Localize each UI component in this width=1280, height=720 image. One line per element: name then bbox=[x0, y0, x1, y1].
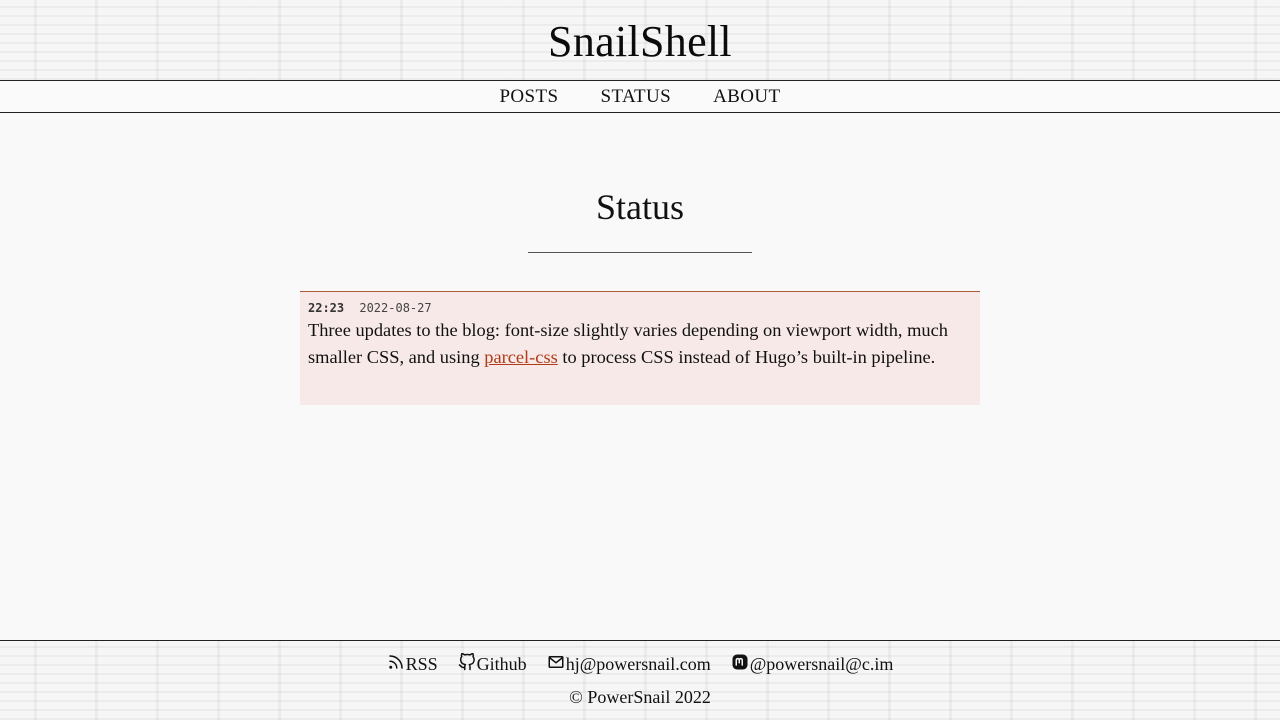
status-time: 22:23 bbox=[308, 301, 345, 315]
site-header: SnailShell bbox=[0, 0, 1280, 80]
status-card: 22:23 2022-08-27 Three updates to the bl… bbox=[300, 291, 980, 405]
footer-link-label: Github bbox=[476, 654, 527, 674]
status-text: Three updates to the blog: font-size sli… bbox=[308, 317, 972, 371]
site-footer: RSS Github hj@powersnail.com @powersnail… bbox=[0, 640, 1280, 720]
status-date: 2022-08-27 bbox=[359, 301, 432, 315]
nav-item-about[interactable]: ABOUT bbox=[713, 86, 780, 108]
copyright: © PowerSnail 2022 bbox=[569, 687, 711, 707]
status-text-after: to process CSS instead of Hugo’s built-i… bbox=[557, 347, 936, 367]
nav-item-status[interactable]: STATUS bbox=[601, 86, 672, 108]
footer-link-label: hj@powersnail.com bbox=[565, 654, 711, 674]
site-title[interactable]: SnailShell bbox=[0, 14, 1280, 70]
footer-link-email[interactable]: hj@powersnail.com bbox=[547, 653, 711, 676]
heading-divider bbox=[528, 252, 752, 253]
status-meta: 22:23 2022-08-27 bbox=[308, 300, 972, 316]
footer-link-rss[interactable]: RSS bbox=[387, 653, 438, 676]
page-title: Status bbox=[595, 187, 684, 227]
footer-link-label: RSS bbox=[405, 654, 438, 674]
footer-links: RSS Github hj@powersnail.com @powersnail… bbox=[0, 652, 1280, 676]
parcel-css-link[interactable]: parcel-css bbox=[484, 347, 558, 367]
footer-link-mastodon[interactable]: @powersnail@c.im bbox=[731, 653, 894, 676]
mastodon-icon bbox=[731, 653, 749, 676]
footer-link-github[interactable]: Github bbox=[458, 652, 527, 676]
main-nav: POSTS STATUS ABOUT bbox=[0, 80, 1280, 113]
github-icon bbox=[458, 652, 476, 676]
mail-icon bbox=[547, 653, 565, 676]
rss-icon bbox=[387, 653, 405, 676]
footer-link-label: @powersnail@c.im bbox=[749, 654, 894, 674]
nav-item-posts[interactable]: POSTS bbox=[499, 86, 558, 108]
